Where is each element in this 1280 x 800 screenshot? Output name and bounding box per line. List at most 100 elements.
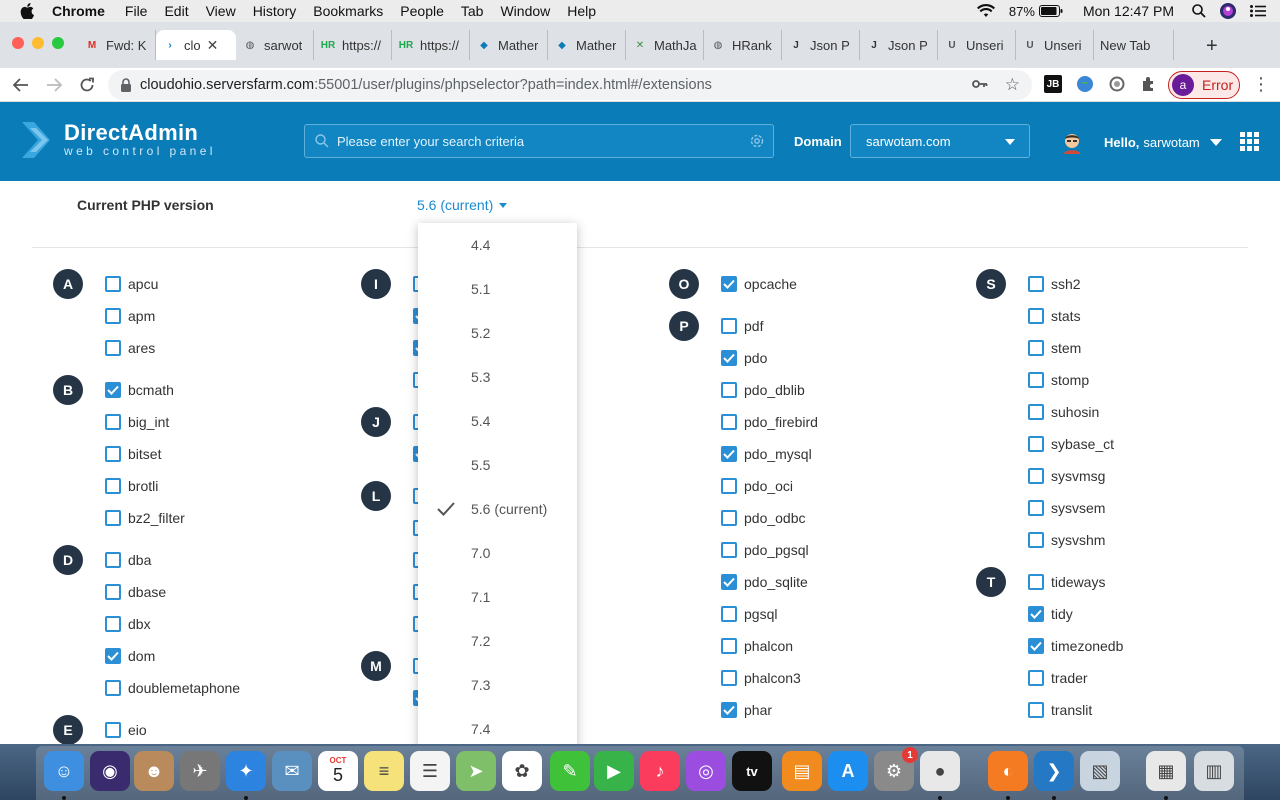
reminders-dock-icon[interactable]: ☰: [410, 751, 450, 791]
extension-checkbox[interactable]: [721, 446, 737, 462]
finder-dock-icon[interactable]: ☺: [44, 751, 84, 791]
php-version-option[interactable]: 5.4: [418, 399, 577, 443]
php-version-select[interactable]: 5.6 (current): [417, 197, 508, 213]
php-version-option[interactable]: 5.5: [418, 443, 577, 487]
extension-checkbox[interactable]: [105, 648, 121, 664]
extension-item[interactable]: bz2_filter: [105, 508, 185, 528]
extension-item[interactable]: pgsql: [721, 604, 777, 624]
search-input[interactable]: Please enter your search criteria: [304, 124, 774, 158]
extension-item[interactable]: dbx: [105, 614, 151, 634]
chrome-menu-icon[interactable]: ⋮: [1252, 74, 1270, 95]
firefox-dock-icon[interactable]: ◐: [988, 751, 1028, 791]
extension-item[interactable]: sybase_ct: [1028, 434, 1114, 454]
extension-item[interactable]: ssh2: [1028, 274, 1081, 294]
extension-item[interactable]: pdo_odbc: [721, 508, 806, 528]
extension-checkbox[interactable]: [1028, 500, 1044, 516]
zoom-window-button[interactable]: [52, 37, 64, 49]
close-tab-icon[interactable]: ✕: [207, 37, 219, 54]
extension-item[interactable]: eio: [105, 720, 147, 740]
apps-grid-icon[interactable]: [1240, 132, 1259, 151]
extension-item[interactable]: trader: [1028, 668, 1088, 688]
profile-error-button[interactable]: a Error: [1168, 71, 1240, 99]
extension-item[interactable]: pdo_sqlite: [721, 572, 808, 592]
extension-checkbox[interactable]: [105, 446, 121, 462]
extension-item[interactable]: suhosin: [1028, 402, 1099, 422]
directadmin-logo[interactable]: DirectAdmin web control panel: [20, 120, 216, 160]
extension-item[interactable]: pdo_mysql: [721, 444, 812, 464]
spotlight-search-icon[interactable]: [1192, 4, 1206, 18]
notification-center-icon[interactable]: [1250, 5, 1266, 17]
extension-item[interactable]: timezonedb: [1028, 636, 1123, 656]
php-version-option[interactable]: 5.3: [418, 355, 577, 399]
music-dock-icon[interactable]: ♪: [640, 751, 680, 791]
extension-item[interactable]: bitset: [105, 444, 161, 464]
extension-checkbox[interactable]: [105, 680, 121, 696]
extension-checkbox[interactable]: [721, 670, 737, 686]
mail-dock-icon[interactable]: ✉: [272, 751, 312, 791]
extension-checkbox[interactable]: [721, 276, 737, 292]
extension-checkbox[interactable]: [721, 318, 737, 334]
extension-checkbox[interactable]: [1028, 340, 1044, 356]
extension-checkbox[interactable]: [1028, 404, 1044, 420]
extension-checkbox[interactable]: [721, 382, 737, 398]
extension-checkbox[interactable]: [1028, 702, 1044, 718]
notes-dock-icon[interactable]: ≡: [364, 751, 404, 791]
books-dock-icon[interactable]: ▤: [782, 751, 822, 791]
extension-item[interactable]: sysvsem: [1028, 498, 1105, 518]
extension-checkbox[interactable]: [105, 722, 121, 738]
extension-item[interactable]: dbase: [105, 582, 166, 602]
extension-item[interactable]: tidy: [1028, 604, 1073, 624]
menu-file[interactable]: File: [125, 3, 148, 19]
extension-item[interactable]: stem: [1028, 338, 1081, 358]
menu-history[interactable]: History: [253, 3, 297, 19]
extension-checkbox[interactable]: [105, 616, 121, 632]
browser-tab[interactable]: › clo ✕: [156, 30, 236, 60]
bookmark-star-icon[interactable]: ☆: [1005, 75, 1020, 95]
launchpad-dock-icon[interactable]: ✈: [180, 751, 220, 791]
php-version-option[interactable]: 5.2: [418, 311, 577, 355]
minimize-window-button[interactable]: [32, 37, 44, 49]
app-store-dock-icon[interactable]: A: [828, 751, 868, 791]
extension-item[interactable]: translit: [1028, 700, 1092, 720]
extension-checkbox[interactable]: [1028, 574, 1044, 590]
extension-checkbox[interactable]: [105, 308, 121, 324]
extension-checkbox[interactable]: [721, 638, 737, 654]
back-arrow-icon[interactable]: [11, 75, 31, 95]
php-version-option[interactable]: 7.2: [418, 619, 577, 663]
safari-dock-icon[interactable]: ✦: [226, 751, 266, 791]
siri-dock-icon[interactable]: ◉: [90, 751, 130, 791]
extension-checkbox[interactable]: [1028, 468, 1044, 484]
extension-item[interactable]: pdo_pgsql: [721, 540, 809, 560]
extension-checkbox[interactable]: [721, 574, 737, 590]
php-version-option[interactable]: 4.4: [418, 223, 577, 267]
browser-tab[interactable]: New Tab: [1094, 30, 1174, 60]
extension-checkbox[interactable]: [105, 276, 121, 292]
menu-help[interactable]: Help: [567, 3, 596, 19]
extension-item[interactable]: doublemetaphone: [105, 678, 240, 698]
extension-checkbox[interactable]: [105, 414, 121, 430]
extension-item[interactable]: tideways: [1028, 572, 1105, 592]
browser-tab[interactable]: U Unseri: [938, 30, 1016, 60]
extension-checkbox[interactable]: [721, 414, 737, 430]
extension-item[interactable]: dba: [105, 550, 151, 570]
menu-bookmarks[interactable]: Bookmarks: [313, 3, 383, 19]
php-version-option[interactable]: 5.1: [418, 267, 577, 311]
user-profile-icon[interactable]: [1220, 3, 1236, 19]
extension-checkbox[interactable]: [721, 478, 737, 494]
domain-select[interactable]: sarwotam.com: [850, 124, 1030, 158]
wifi-icon[interactable]: [976, 4, 995, 18]
extension-item[interactable]: pdo: [721, 348, 767, 368]
extension-item[interactable]: apcu: [105, 274, 158, 294]
menu-people[interactable]: People: [400, 3, 444, 19]
menu-edit[interactable]: Edit: [164, 3, 188, 19]
extension-checkbox[interactable]: [1028, 436, 1044, 452]
extension-checkbox[interactable]: [1028, 276, 1044, 292]
php-version-option[interactable]: 7.3: [418, 663, 577, 707]
menu-app-name[interactable]: Chrome: [52, 3, 105, 19]
menu-tab[interactable]: Tab: [461, 3, 484, 19]
browser-tab[interactable]: ◍ HRank: [704, 30, 782, 60]
vscode-dock-icon[interactable]: ❯: [1034, 751, 1074, 791]
extension-item[interactable]: dom: [105, 646, 155, 666]
extension-checkbox[interactable]: [1028, 372, 1044, 388]
messages-dock-icon[interactable]: ✎: [550, 751, 590, 791]
